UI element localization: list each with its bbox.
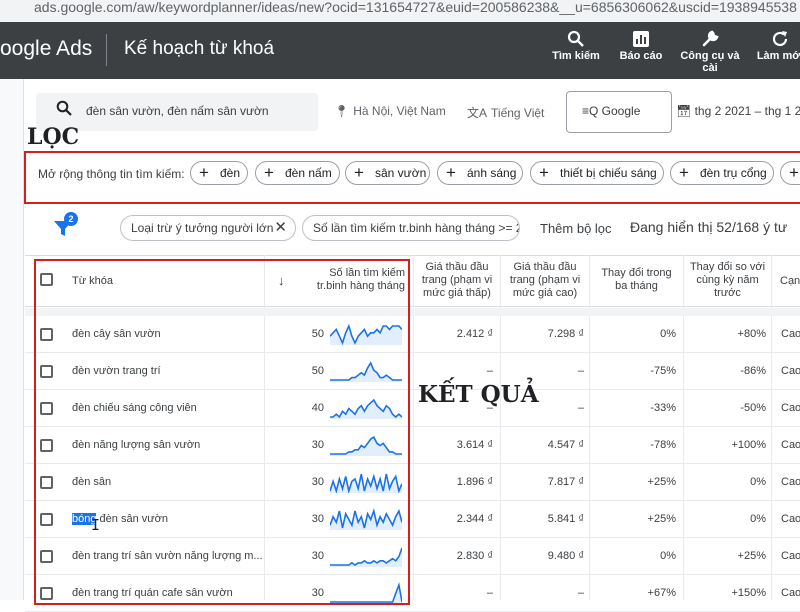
- bid-low-cell: 3.614 ₫: [456, 439, 493, 451]
- column-header-change-yoy[interactable]: Thay đổi so với cùng kỳ năm trước: [684, 261, 771, 300]
- bid-low-cell: 2.830 ₫: [456, 550, 493, 562]
- bid-low-cell: 1.896 ₫: [456, 476, 493, 488]
- expand-chip[interactable]: + đèn nấm: [255, 161, 340, 185]
- change-yoy-cell: -86%: [740, 365, 766, 377]
- expand-chip[interactable]: + thiết bị chiếu sáng: [530, 161, 664, 185]
- bid-low-cell: –: [486, 365, 493, 377]
- wrench-icon: [674, 26, 746, 50]
- tool-tools-button[interactable]: Công cụ và cài: [674, 26, 746, 74]
- brand-logo[interactable]: oogle Ads: [0, 37, 92, 61]
- filter-chip-adult[interactable]: Loại trừ ý tưởng người lớn ✕: [120, 215, 296, 241]
- column-header-competition[interactable]: Cạn: [780, 275, 800, 288]
- column-header-bid-high[interactable]: Giá thầu đầu trang (phạm vi mức giá cao): [501, 261, 589, 300]
- plus-icon: +: [679, 163, 689, 182]
- annotation-box-results: [34, 259, 410, 605]
- plus-icon: +: [199, 163, 209, 182]
- bid-high-cell: 7.817 ₫: [547, 476, 584, 488]
- filter-count-badge: 2: [64, 212, 78, 226]
- tool-search-button[interactable]: Tìm kiếm: [541, 26, 611, 62]
- competition-cell: Cao: [781, 513, 800, 525]
- location-selector[interactable]: 📍︎ Hà Nội, Việt Nam: [334, 104, 446, 118]
- change-3m-cell: +25%: [647, 513, 676, 525]
- competition-cell: Cao: [781, 402, 800, 414]
- change-yoy-cell: +100%: [731, 439, 766, 451]
- bid-high-cell: 7.298 ₫: [547, 328, 584, 340]
- tool-reports-button[interactable]: Báo cáo: [606, 26, 676, 62]
- column-header-change-3m[interactable]: Thay đổi trong ba tháng: [590, 267, 683, 293]
- bid-low-cell: –: [486, 587, 493, 599]
- plus-icon: +: [264, 163, 274, 182]
- competition-cell: Cao: [781, 439, 800, 451]
- bid-low-cell: 2.412 ₫: [456, 328, 493, 340]
- change-3m-cell: -33%: [650, 402, 676, 414]
- translate-icon: 文A: [467, 106, 488, 120]
- change-yoy-cell: 0%: [750, 513, 766, 525]
- change-yoy-cell: 0%: [750, 476, 766, 488]
- change-yoy-cell: -50%: [740, 402, 766, 414]
- competition-cell: Cao: [781, 587, 800, 599]
- bid-low-cell: 2.344 ₫: [456, 513, 493, 525]
- change-yoy-cell: +25%: [737, 550, 766, 562]
- bid-high-cell: 5.841 ₫: [547, 513, 584, 525]
- search-icon: [541, 26, 611, 50]
- bid-high-cell: 4.547 ₫: [547, 439, 584, 451]
- browser-url-bar[interactable]: ads.google.com/aw/keywordplanner/ideas/n…: [0, 0, 800, 22]
- annotation-filter: LỌC: [27, 124, 80, 150]
- change-3m-cell: 0%: [660, 550, 676, 562]
- location-pin-icon: 📍︎: [334, 104, 350, 118]
- competition-cell: Cao: [781, 550, 800, 562]
- change-3m-cell: 0%: [660, 328, 676, 340]
- plus-icon: +: [539, 163, 549, 182]
- expand-chip[interactable]: + sân vườn: [345, 161, 430, 185]
- filter-chip-searches[interactable]: Số lần tìm kiếm tr.binh hàng tháng >= 2: [302, 215, 520, 241]
- change-3m-cell: -75%: [650, 365, 676, 377]
- brand-divider: [106, 34, 107, 66]
- add-filter-button[interactable]: Thêm bộ lọc: [540, 221, 612, 236]
- url-text[interactable]: ads.google.com/aw/keywordplanner/ideas/n…: [34, 0, 797, 14]
- expand-chip[interactable]: + ánh sáng: [437, 161, 523, 185]
- change-3m-cell: +67%: [647, 587, 676, 599]
- plus-icon: +: [354, 163, 364, 182]
- bid-high-cell: –: [577, 365, 584, 377]
- search-query-text: đèn sân vườn, đèn nấm sân vườn: [86, 104, 269, 118]
- app-header: oogle Ads Kế hoạch từ khoá Tìm kiếm Báo …: [0, 22, 800, 79]
- expand-chip[interactable]: + đèn: [190, 161, 248, 185]
- column-header-bid-low[interactable]: Giá thầu đầu trang (phạm vi mức giá thấp…: [414, 261, 500, 300]
- expand-chip[interactable]: +: [780, 161, 800, 185]
- bid-high-cell: –: [577, 587, 584, 599]
- close-icon[interactable]: ✕: [274, 216, 287, 240]
- search-network-icon: ≡Q: [582, 104, 602, 118]
- date-range-selector[interactable]: 📅︎ thg 2 2021 – thg 1 20: [676, 104, 800, 118]
- report-icon: [606, 26, 676, 50]
- expand-chip[interactable]: + đèn trụ cổng: [670, 161, 774, 185]
- change-3m-cell: +25%: [647, 476, 676, 488]
- competition-cell: Cao: [781, 328, 800, 340]
- change-3m-cell: -78%: [650, 439, 676, 451]
- competition-cell: Cao: [781, 476, 800, 488]
- text-cursor-icon: I: [91, 516, 101, 534]
- plus-icon: +: [789, 163, 799, 182]
- change-yoy-cell: +80%: [737, 328, 766, 340]
- search-icon: [56, 100, 72, 121]
- refresh-icon: [745, 26, 800, 50]
- results-count: Đang hiển thị 52/168 ý tư: [630, 219, 788, 235]
- tool-refresh-button[interactable]: Làm mới: [745, 26, 800, 62]
- left-sidebar: [0, 79, 24, 600]
- bid-high-cell: 9.480 ₫: [547, 550, 584, 562]
- network-selector[interactable]: ≡Q Google: [566, 91, 672, 133]
- plus-icon: +: [446, 163, 456, 182]
- annotation-result: KẾT QUẢ: [418, 381, 539, 408]
- expand-search-label: Mở rộng thông tin tìm kiếm:: [38, 167, 185, 181]
- page-title: Kế hoạch từ khoá: [124, 38, 275, 59]
- language-selector[interactable]: 文A Tiếng Việt: [467, 104, 544, 121]
- change-yoy-cell: +150%: [731, 587, 766, 599]
- calendar-icon: 📅︎: [676, 104, 695, 118]
- competition-cell: Cao: [781, 365, 800, 377]
